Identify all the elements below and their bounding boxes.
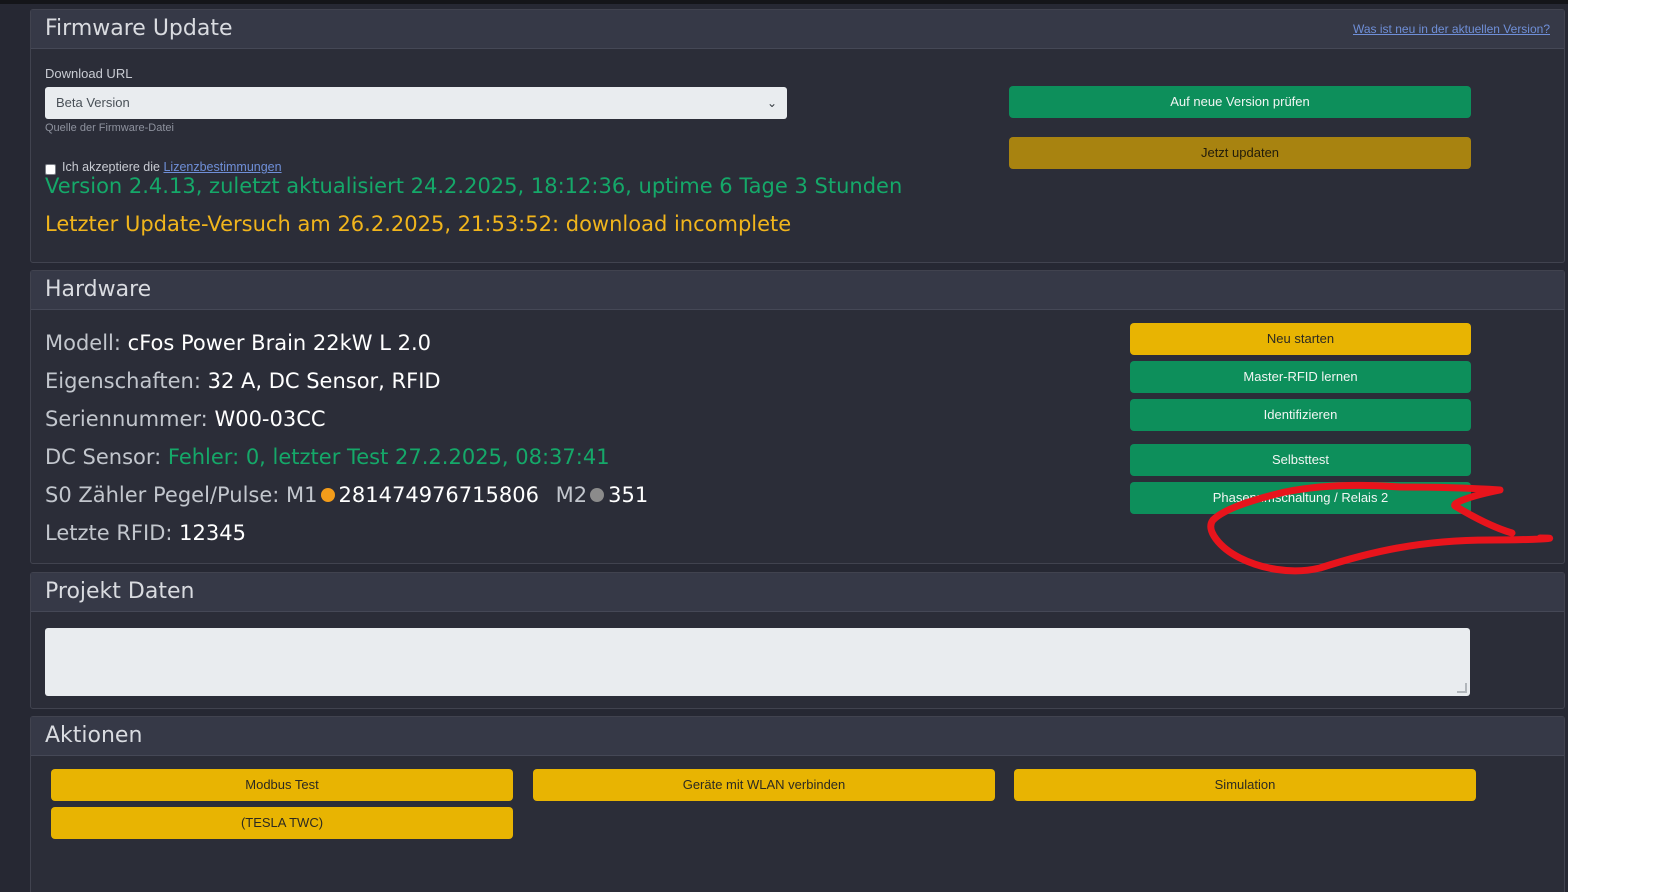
download-url-help: Quelle der Firmware-Datei [45, 122, 174, 134]
hardware-title: Hardware [45, 277, 152, 302]
whats-new-link[interactable]: Was ist neu in der aktuellen Version? [1353, 10, 1550, 48]
firmware-update-title: Firmware Update [45, 16, 233, 41]
download-url-select[interactable]: Beta Version ⌄ [45, 87, 787, 119]
model-row: Modell: cFos Power Brain 22kW L 2.0 [45, 331, 431, 355]
selftest-button[interactable]: Selbsttest [1130, 444, 1471, 476]
m2-value: 351 [608, 483, 649, 507]
download-url-value: Beta Version [56, 95, 130, 110]
dc-sensor-label: DC Sensor: [45, 445, 162, 469]
last-update-status: Letzter Update-Versuch am 26.2.2025, 21:… [45, 212, 792, 236]
resize-grip-icon[interactable] [1457, 683, 1467, 693]
project-data-header: Projekt Daten [31, 573, 1564, 612]
download-url-label: Download URL [45, 66, 133, 81]
model-value: cFos Power Brain 22kW L 2.0 [127, 331, 431, 355]
license-accept-text: Ich akzeptiere die Lizenzbestimmungen [62, 160, 282, 174]
rfid-value: 12345 [179, 521, 246, 545]
wlan-connect-button[interactable]: Geräte mit WLAN verbinden [533, 769, 995, 801]
firmware-update-card: Firmware Update Was ist neu in der aktue… [30, 9, 1565, 263]
update-now-button[interactable]: Jetzt updaten [1009, 137, 1471, 169]
s0-counter-row: S0 Zähler Pegel/Pulse: M1 281474976715806… [45, 483, 648, 507]
model-label: Modell: [45, 331, 121, 355]
m1-status-dot-icon [320, 487, 335, 502]
modbus-test-button[interactable]: Modbus Test [51, 769, 513, 801]
simulation-button[interactable]: Simulation [1014, 769, 1476, 801]
m2-status-dot-icon [590, 487, 605, 502]
hardware-card: Hardware Modell: cFos Power Brain 22kW L… [30, 270, 1565, 564]
tesla-twc-button[interactable]: (TESLA TWC) [51, 807, 513, 839]
top-strip [0, 0, 1568, 4]
properties-label: Eigenschaften: [45, 369, 201, 393]
serial-row: Seriennummer: W00-03CC [45, 407, 326, 431]
dc-sensor-value: Fehler: 0, letzter Test 27.2.2025, 08:37… [167, 445, 610, 469]
properties-value: 32 A, DC Sensor, RFID [207, 369, 441, 393]
project-data-textarea[interactable] [45, 628, 1470, 696]
master-rfid-button[interactable]: Master-RFID lernen [1130, 361, 1471, 393]
license-link[interactable]: Lizenzbestimmungen [163, 160, 281, 174]
m2-label: M2 [555, 483, 588, 507]
dc-sensor-row: DC Sensor: Fehler: 0, letzter Test 27.2.… [45, 445, 610, 469]
chevron-down-icon: ⌄ [766, 96, 777, 110]
app-window: Firmware Update Was ist neu in der aktue… [0, 0, 1568, 892]
serial-label: Seriennummer: [45, 407, 208, 431]
project-data-card: Projekt Daten [30, 572, 1565, 709]
restart-button[interactable]: Neu starten [1130, 323, 1471, 355]
m1-value: 281474976715806 [338, 483, 539, 507]
serial-value: W00-03CC [214, 407, 326, 431]
rfid-label: Letzte RFID: [45, 521, 173, 545]
identify-button[interactable]: Identifizieren [1130, 399, 1471, 431]
version-status: Version 2.4.13, zuletzt aktualisiert 24.… [45, 174, 903, 198]
actions-title: Aktionen [45, 723, 143, 748]
project-data-title: Projekt Daten [45, 579, 195, 604]
accept-label: Ich akzeptiere die [62, 160, 160, 174]
hardware-header: Hardware [31, 271, 1564, 310]
rfid-row: Letzte RFID: 12345 [45, 521, 246, 545]
check-version-button[interactable]: Auf neue Version prüfen [1009, 86, 1471, 118]
s0-label: S0 Zähler Pegel/Pulse: M1 [45, 483, 318, 507]
actions-card: Aktionen Modbus Test Geräte mit WLAN ver… [30, 716, 1565, 892]
firmware-update-header: Firmware Update Was ist neu in der aktue… [31, 10, 1564, 49]
actions-header: Aktionen [31, 717, 1564, 756]
phase-switch-button[interactable]: Phasenumschaltung / Relais 2 [1130, 482, 1471, 514]
properties-row: Eigenschaften: 32 A, DC Sensor, RFID [45, 369, 441, 393]
